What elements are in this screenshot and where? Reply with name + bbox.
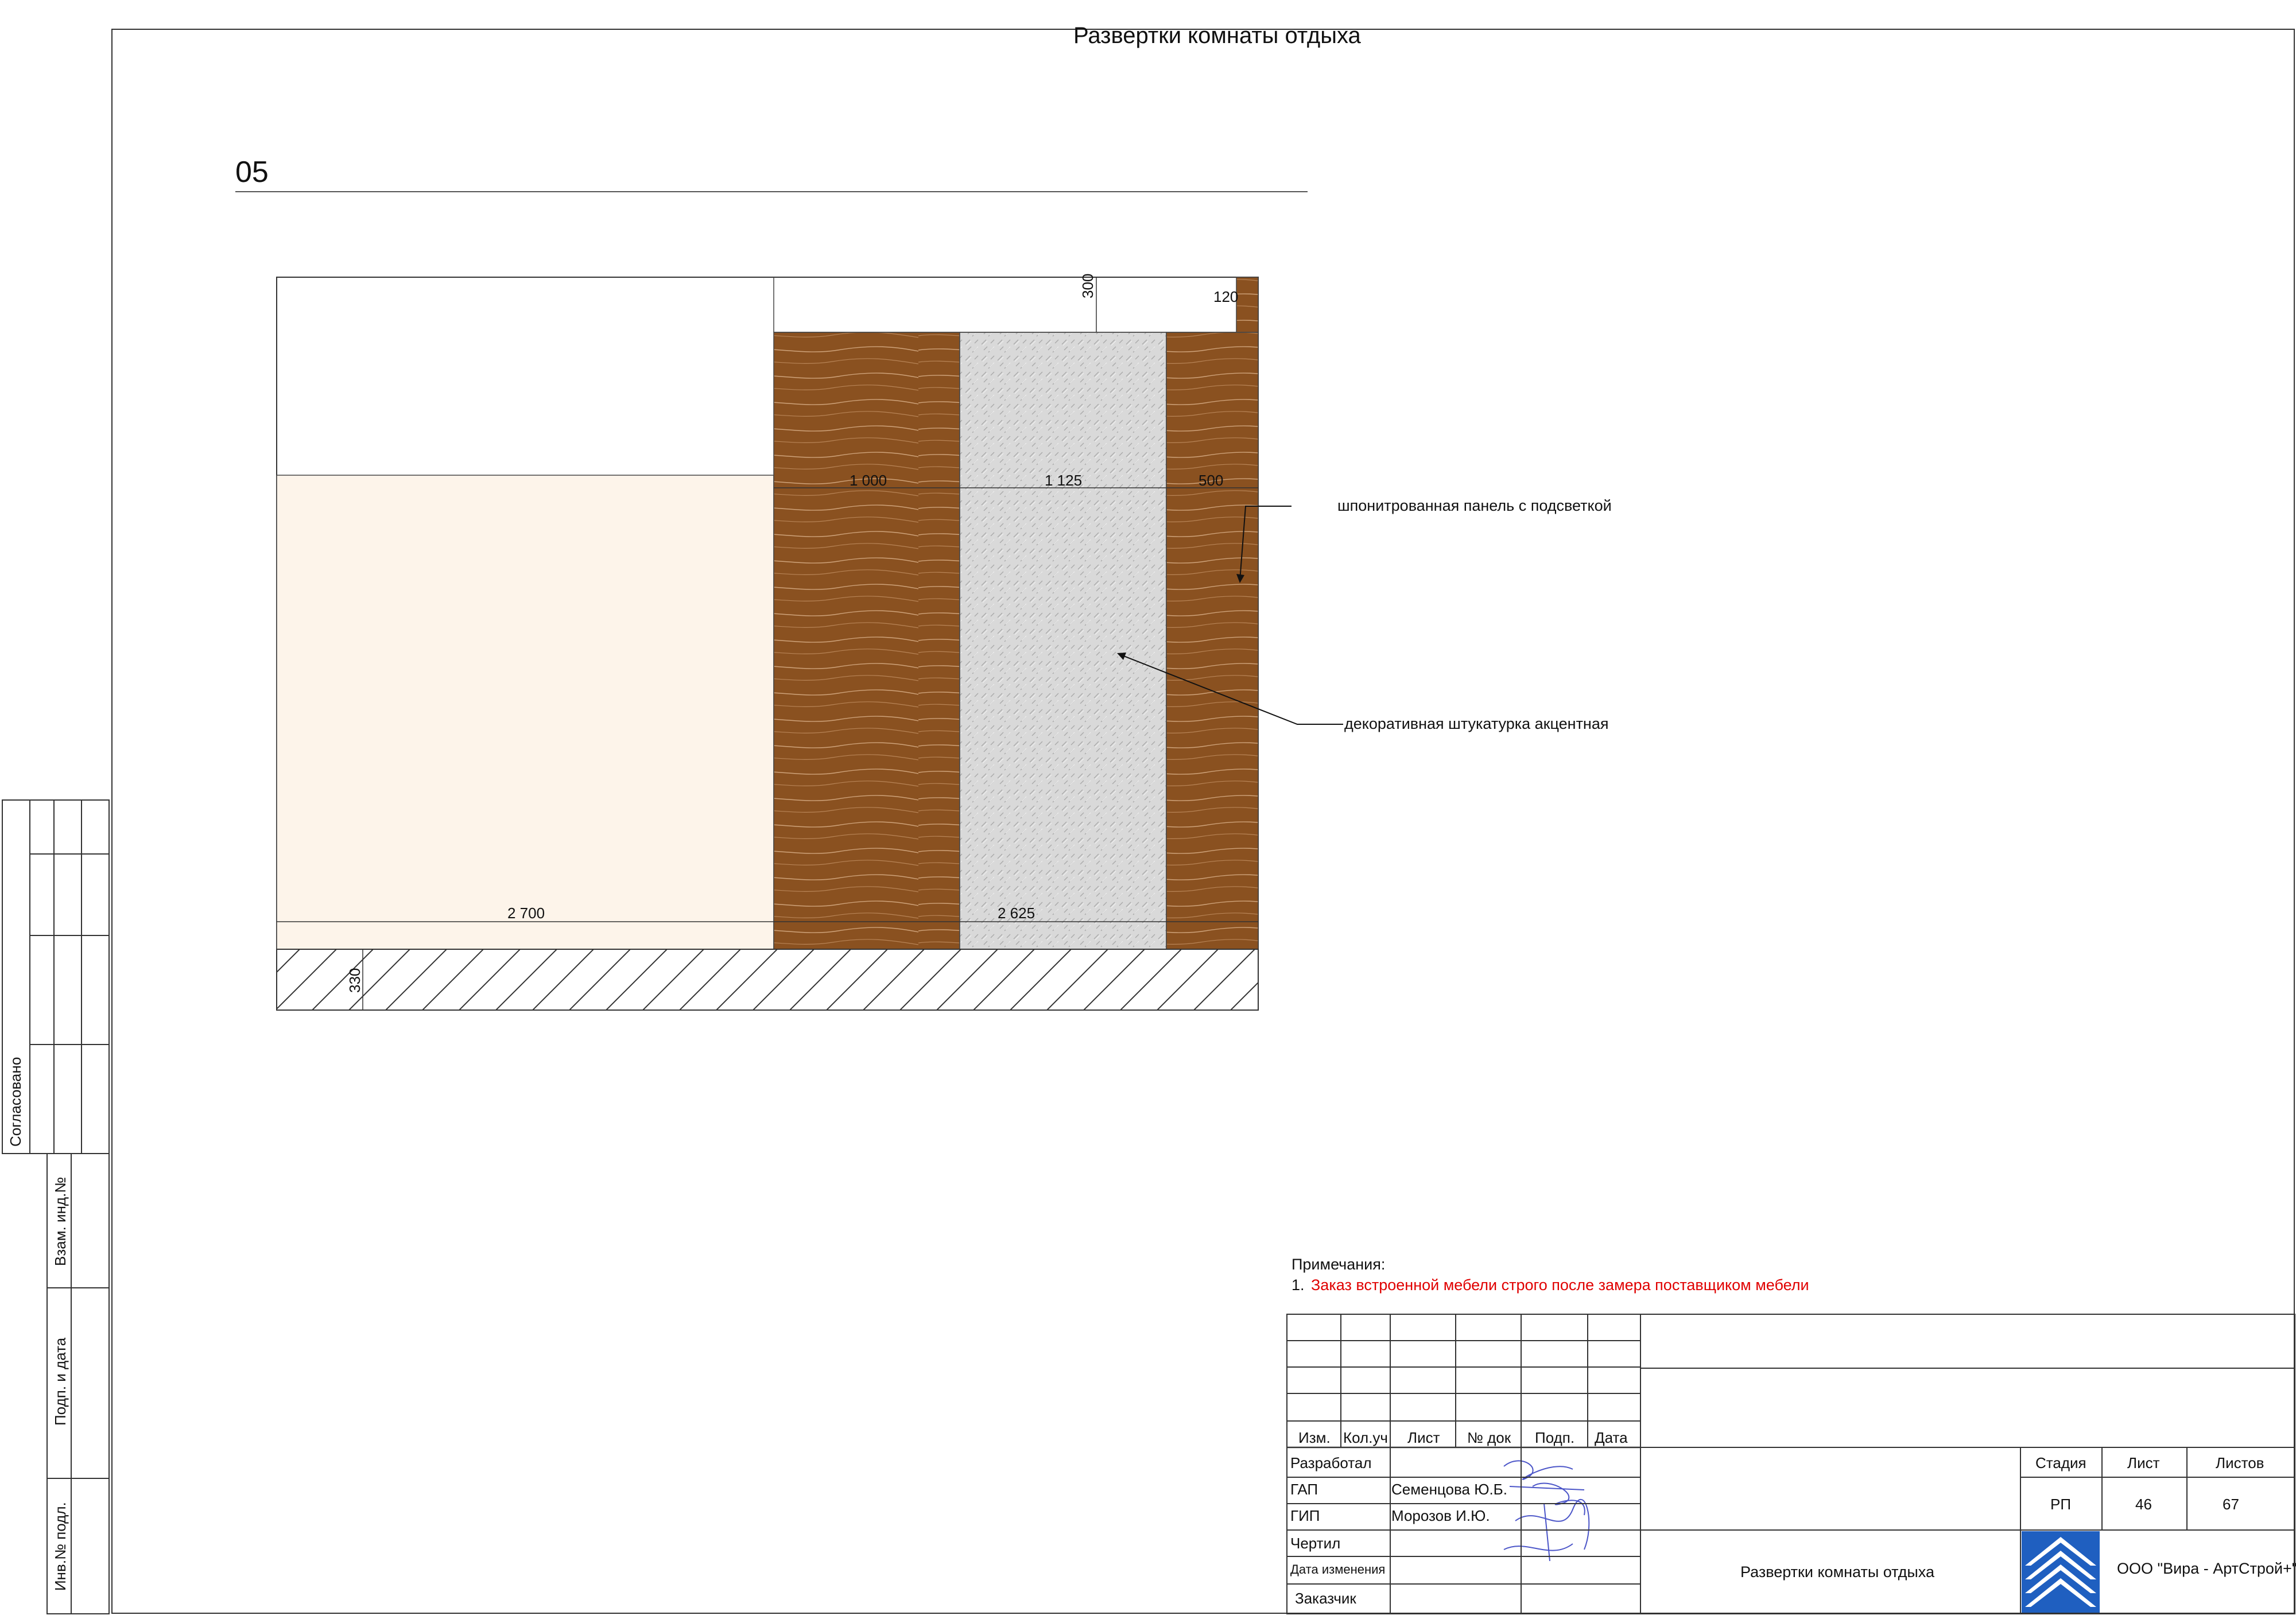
tb-header-kol: Кол.уч: [1343, 1429, 1388, 1446]
tb-header-izm: Изм.: [1298, 1429, 1331, 1446]
tb-header-date: Дата: [1595, 1429, 1628, 1446]
tb-sheet-value: 46: [2135, 1496, 2152, 1513]
tb-role-developer: Разработал: [1290, 1454, 1372, 1471]
tb-name-gip: Морозов И.Ю.: [1391, 1507, 1490, 1524]
tb-drawing-name: Развертки комнаты отдыха: [1740, 1563, 1935, 1581]
tb-role-change-date: Дата изменения: [1290, 1562, 1386, 1577]
tb-name-gap: Семенцова Ю.Б.: [1391, 1481, 1507, 1498]
tb-sheets-label: Листов: [2216, 1454, 2264, 1471]
tb-role-gip: ГИП: [1290, 1507, 1320, 1524]
tb-sheet-label: Лист: [2127, 1454, 2160, 1471]
tb-header-doc: № док: [1467, 1429, 1511, 1446]
tb-sheets-value: 67: [2223, 1496, 2239, 1513]
tb-role-gap: ГАП: [1290, 1481, 1318, 1498]
company-logo-icon: [2022, 1531, 2100, 1613]
tb-stage-value: РП: [2050, 1496, 2072, 1513]
tb-header-sign: Подп.: [1535, 1429, 1575, 1446]
tb-company-name: ООО "Вира - АртСтрой+": [2117, 1560, 2296, 1577]
tb-stage-label: Стадия: [2035, 1454, 2086, 1471]
tb-role-customer: Заказчик: [1295, 1590, 1356, 1607]
tb-role-drafter: Чертил: [1290, 1535, 1341, 1552]
tb-header-list: Лист: [1407, 1429, 1440, 1446]
title-block-grid: [1286, 1314, 2295, 1614]
